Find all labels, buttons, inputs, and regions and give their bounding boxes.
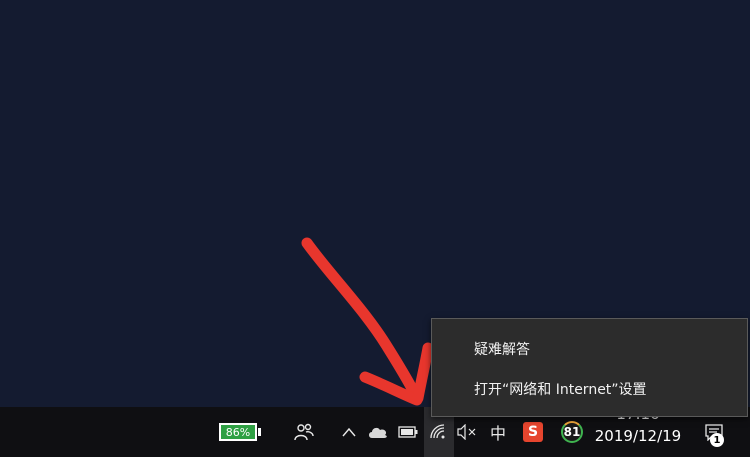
menu-item-troubleshoot[interactable]: 疑难解答 xyxy=(432,329,747,369)
menu-item-network-settings[interactable]: 打开“网络和 Internet”设置 xyxy=(432,369,747,409)
network-context-menu: 疑难解答 打开“网络和 Internet”设置 xyxy=(431,318,748,417)
security-score: 81 xyxy=(561,421,583,443)
battery-widget[interactable]: 86% xyxy=(218,407,262,457)
battery-icon[interactable] xyxy=(397,407,419,457)
clock-date: 2019/12/19 xyxy=(594,427,682,445)
chevron-up-icon[interactable] xyxy=(338,407,360,457)
people-icon[interactable] xyxy=(290,407,318,457)
sogou-label: S xyxy=(523,422,543,442)
battery-nub-icon xyxy=(258,428,261,436)
cloud-icon[interactable] xyxy=(366,407,390,457)
battery-percent: 86% xyxy=(219,423,257,441)
notification-count-badge: 1 xyxy=(710,433,724,447)
